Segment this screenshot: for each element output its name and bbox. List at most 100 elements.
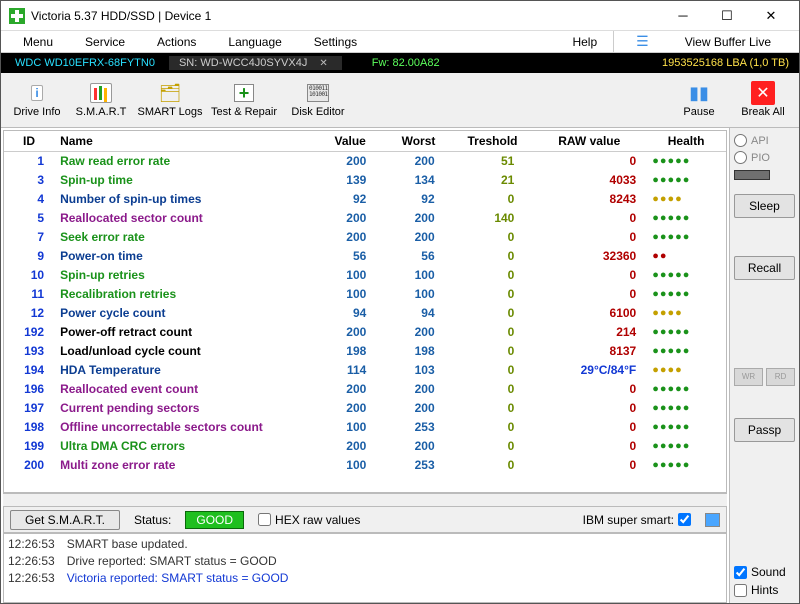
table-row[interactable]: 199Ultra DMA CRC errors20020000●●●●●	[4, 437, 726, 456]
menu-service[interactable]: Service	[69, 33, 141, 51]
attr-raw: 0	[532, 399, 646, 418]
table-row[interactable]: 5Reallocated sector count2002001400●●●●●	[4, 209, 726, 228]
table-row[interactable]: 4Number of spin-up times929208243●●●●	[4, 190, 726, 209]
table-row[interactable]: 3Spin-up time139134214033●●●●●	[4, 171, 726, 190]
table-row[interactable]: 196Reallocated event count20020000●●●●●	[4, 380, 726, 399]
table-row[interactable]: 192Power-off retract count2002000214●●●●…	[4, 323, 726, 342]
attr-worst: 134	[384, 171, 452, 190]
api-radio[interactable]: API	[734, 134, 795, 147]
table-row[interactable]: 194HDA Temperature114103029°C/84°F●●●●	[4, 361, 726, 380]
drive-info-button[interactable]: iDrive Info	[5, 75, 69, 125]
attr-worst: 200	[384, 437, 452, 456]
table-row[interactable]: 9Power-on time5656032360●●	[4, 247, 726, 266]
attr-threshold: 140	[453, 209, 533, 228]
col-id[interactable]: ID	[4, 131, 54, 152]
break-all-button[interactable]: ✕Break All	[731, 75, 795, 125]
sound-checkbox[interactable]: Sound	[734, 565, 795, 579]
sleep-button[interactable]: Sleep	[734, 194, 795, 218]
attr-name: Multi zone error rate	[54, 456, 316, 475]
passp-button[interactable]: Passp	[734, 418, 795, 442]
pio-radio[interactable]: PIO	[734, 151, 795, 164]
attr-worst: 200	[384, 209, 452, 228]
table-row[interactable]: 1Raw read error rate200200510●●●●●	[4, 152, 726, 172]
log-time: 12:26:53	[8, 570, 55, 587]
recall-button[interactable]: Recall	[734, 256, 795, 280]
view-buffer-label: View Buffer Live	[669, 33, 787, 51]
attr-value: 200	[316, 209, 384, 228]
attr-raw: 0	[532, 209, 646, 228]
close-button[interactable]: ✕	[751, 4, 791, 28]
attr-raw: 0	[532, 456, 646, 475]
attr-value: 200	[316, 152, 384, 172]
table-row[interactable]: 7Seek error rate20020000●●●●●	[4, 228, 726, 247]
attr-health: ●●●●	[646, 304, 726, 323]
attr-worst: 200	[384, 228, 452, 247]
test-repair-button[interactable]: +Test & Repair	[207, 75, 281, 125]
col-raw[interactable]: RAW value	[532, 131, 646, 152]
attr-id: 198	[4, 418, 54, 437]
table-row[interactable]: 197Current pending sectors20020000●●●●●	[4, 399, 726, 418]
disk-editor-button[interactable]: 010011101001Disk Editor	[281, 75, 355, 125]
pause-icon: ▮▮	[687, 82, 711, 104]
col-health[interactable]: Health	[646, 131, 726, 152]
ibm-super-smart-checkbox[interactable]: IBM super smart:	[583, 513, 691, 527]
attr-worst: 200	[384, 323, 452, 342]
color-indicator[interactable]	[705, 513, 720, 527]
wr-button[interactable]: WR	[734, 368, 763, 386]
api-label: API	[751, 135, 769, 147]
table-row[interactable]: 12Power cycle count949406100●●●●	[4, 304, 726, 323]
get-smart-button[interactable]: Get S.M.A.R.T.	[10, 510, 120, 530]
attr-health: ●●●●●	[646, 285, 726, 304]
menu-menu[interactable]: Menu	[7, 33, 69, 51]
attr-raw: 4033	[532, 171, 646, 190]
attr-threshold: 0	[453, 285, 533, 304]
hints-checkbox[interactable]: Hints	[734, 583, 795, 597]
device-model: WDC WD10EFRX-68FYTN0	[1, 57, 169, 69]
table-row[interactable]: 200Multi zone error rate10025300●●●●●	[4, 456, 726, 475]
col-name[interactable]: Name	[54, 131, 316, 152]
col-value[interactable]: Value	[316, 131, 384, 152]
hex-raw-checkbox[interactable]: HEX raw values	[258, 513, 360, 527]
menu-help[interactable]: Help	[556, 33, 613, 51]
attr-health: ●●	[646, 247, 726, 266]
col-treshold[interactable]: Treshold	[453, 131, 533, 152]
table-row[interactable]: 11Recalibration retries10010000●●●●●	[4, 285, 726, 304]
attr-threshold: 0	[453, 266, 533, 285]
attr-value: 56	[316, 247, 384, 266]
rd-button[interactable]: RD	[766, 368, 795, 386]
attr-worst: 56	[384, 247, 452, 266]
col-worst[interactable]: Worst	[384, 131, 452, 152]
menu-language[interactable]: Language	[212, 33, 297, 51]
menu-settings[interactable]: Settings	[298, 33, 373, 51]
serial-number-box: SN: WD-WCC4J0SYVX4J ✕	[169, 56, 342, 70]
attr-id: 11	[4, 285, 54, 304]
serial-close-icon[interactable]: ✕	[315, 58, 331, 69]
pause-button[interactable]: ▮▮ Pause	[667, 75, 731, 125]
attr-threshold: 0	[453, 342, 533, 361]
view-buffer-live-button[interactable]: ☰ View Buffer Live	[613, 31, 793, 52]
attr-raw: 0	[532, 437, 646, 456]
ibm-label: IBM super smart:	[583, 513, 674, 527]
log-panel[interactable]: 12:26:53SMART base updated.12:26:53Drive…	[3, 533, 727, 603]
pause-label: Pause	[683, 106, 714, 118]
attr-id: 197	[4, 399, 54, 418]
minimize-button[interactable]: ─	[663, 4, 703, 28]
attr-threshold: 0	[453, 247, 533, 266]
attr-worst: 198	[384, 342, 452, 361]
attr-worst: 253	[384, 456, 452, 475]
attr-worst: 100	[384, 285, 452, 304]
smart-logs-button[interactable]: 🗂SMART Logs	[133, 75, 207, 125]
attr-threshold: 0	[453, 190, 533, 209]
table-row[interactable]: 193Load/unload cycle count19819808137●●●…	[4, 342, 726, 361]
table-row[interactable]: 10Spin-up retries10010000●●●●●	[4, 266, 726, 285]
attr-worst: 200	[384, 399, 452, 418]
attr-id: 7	[4, 228, 54, 247]
attr-threshold: 0	[453, 456, 533, 475]
maximize-button[interactable]: ☐	[707, 4, 747, 28]
attr-id: 196	[4, 380, 54, 399]
window-title: Victoria 5.37 HDD/SSD | Device 1	[31, 9, 663, 23]
smart-button[interactable]: S.M.A.R.T	[69, 75, 133, 125]
table-row[interactable]: 198Offline uncorrectable sectors count10…	[4, 418, 726, 437]
attr-raw: 214	[532, 323, 646, 342]
menu-actions[interactable]: Actions	[141, 33, 212, 51]
